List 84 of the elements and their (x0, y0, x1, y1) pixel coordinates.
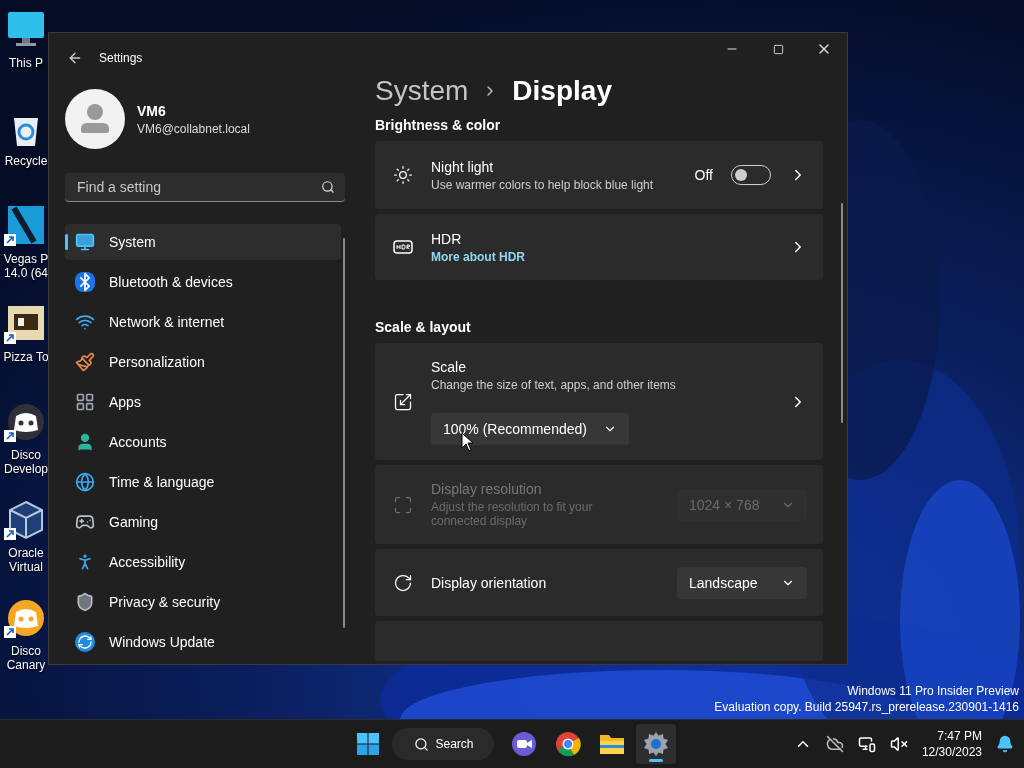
desktop-icon-label[interactable]: Disco (11, 448, 41, 462)
gamepad-icon (75, 512, 95, 532)
desktop-icon-label[interactable]: Recycle (4, 154, 48, 168)
card-title: HDR (431, 230, 463, 247)
active-indicator (648, 759, 663, 762)
user-email: VM6@collabnet.local (137, 121, 250, 136)
breadcrumb-item: Display (512, 75, 612, 107)
card-title: Display orientation (431, 574, 548, 591)
dropdown[interactable]: Landscape (677, 566, 807, 599)
notification-bell-icon[interactable] (996, 735, 1014, 753)
nav-item[interactable]: Privacy & security (65, 584, 341, 620)
paintbrush-icon (75, 352, 95, 372)
nav-item[interactable]: Accessibility (65, 544, 341, 580)
desktop-icon-label[interactable]: Canary (6, 658, 46, 672)
toggle-state: Off (694, 167, 713, 183)
desktop-icon-label[interactable]: Oracle (8, 546, 44, 560)
card-description: Adjust the resolution to fit your connected display (431, 500, 594, 528)
nav-item[interactable]: Accounts (65, 424, 341, 460)
windows-logo-icon (356, 732, 381, 756)
search-field[interactable]: Find a setting (65, 173, 345, 202)
nav-item[interactable]: Bluetooth & devices (65, 264, 341, 300)
watermark-text: Evaluation copy. Build 25947.rs_prerelease.230901-1416 (714, 700, 1019, 715)
nav-item[interactable]: System (65, 224, 341, 260)
nav-item[interactable]: Time & language (65, 464, 341, 500)
desktop-icon-label[interactable]: This P (9, 56, 43, 70)
gear-icon (642, 731, 669, 757)
mouse-cursor-icon (461, 432, 475, 452)
rotate-icon (393, 572, 413, 593)
bluetooth-icon (75, 272, 95, 292)
resolution-icon (393, 494, 413, 515)
maximize-icon (772, 43, 784, 55)
nav-item[interactable]: Apps (65, 384, 341, 420)
nav-item[interactable]: Personalization (65, 344, 341, 380)
desktop-icon-label[interactable]: Virtual (9, 560, 43, 574)
nav-item[interactable]: Windows Update (65, 624, 341, 660)
breadcrumb-item[interactable]: System (375, 75, 469, 107)
card-description: Change the size of text, apps, and other items (431, 377, 677, 392)
desktop-icon-label[interactable]: Develop (4, 462, 48, 476)
hdr-icon (393, 237, 413, 257)
search-icon (321, 180, 335, 194)
monitor-icon (75, 232, 95, 252)
nav-item[interactable]: Network & internet (65, 304, 341, 340)
search-icon (414, 736, 430, 752)
card-title: Scale (431, 358, 468, 375)
browser-icon (554, 731, 581, 757)
more-link[interactable]: More about HDR (431, 249, 525, 264)
user-name: VM6 (137, 102, 167, 119)
taskbar-app[interactable] (635, 724, 676, 764)
section-title: Scale & layout (375, 319, 472, 335)
shield-icon (75, 592, 95, 612)
mute-icon[interactable] (889, 735, 908, 753)
card-title: Night light (431, 158, 495, 175)
desktop-icon-label[interactable]: Vegas P (3, 252, 49, 266)
settings-card[interactable]: HDR More about HDR (375, 214, 823, 280)
settings-card[interactable]: Night light Use warmer colors to help block blue light Off (375, 141, 823, 209)
desktop-icon-label[interactable]: 14.0 (64 (4, 266, 49, 280)
section-title: Brightness & color (375, 117, 502, 133)
wifi-icon (75, 312, 95, 332)
scale-icon (393, 391, 413, 412)
folder-icon (598, 732, 625, 756)
window-title: Settings (99, 51, 143, 65)
desktop-icon-label[interactable]: Disco (11, 644, 41, 658)
card-title: Display resolution (431, 481, 543, 497)
cloud-off-icon[interactable] (825, 735, 844, 753)
globe-icon (75, 472, 95, 492)
person-icon (75, 432, 95, 452)
search-input[interactable]: Find a setting (75, 178, 321, 196)
brightness-icon (393, 165, 413, 185)
clock[interactable]: 7:47 PM 12/30/2023 (921, 729, 982, 759)
time: 7:47 PM (937, 729, 982, 743)
date: 12/30/2023 (921, 745, 982, 759)
settings-card[interactable]: Scale Change the size of text, apps, and other items 100% (Recommended) (375, 343, 823, 460)
settings-card[interactable]: Display orientation Landscape (375, 549, 823, 616)
taskbar-search[interactable]: Search (392, 728, 494, 760)
scale-dropdown[interactable]: 100% (Recommended) (431, 412, 629, 445)
update-icon (75, 632, 95, 652)
watermark-text: Windows 11 Pro Insider Preview (847, 684, 1019, 699)
network-icon[interactable] (857, 735, 876, 753)
nav-item[interactable]: Gaming (65, 504, 341, 540)
grid-icon (75, 392, 95, 412)
desktop-icon-label[interactable]: Pizza To (3, 350, 49, 364)
video-chat-icon (510, 731, 537, 757)
avatar-icon (65, 89, 125, 149)
card-description: Use warmer colors to help block blue light (431, 177, 655, 192)
